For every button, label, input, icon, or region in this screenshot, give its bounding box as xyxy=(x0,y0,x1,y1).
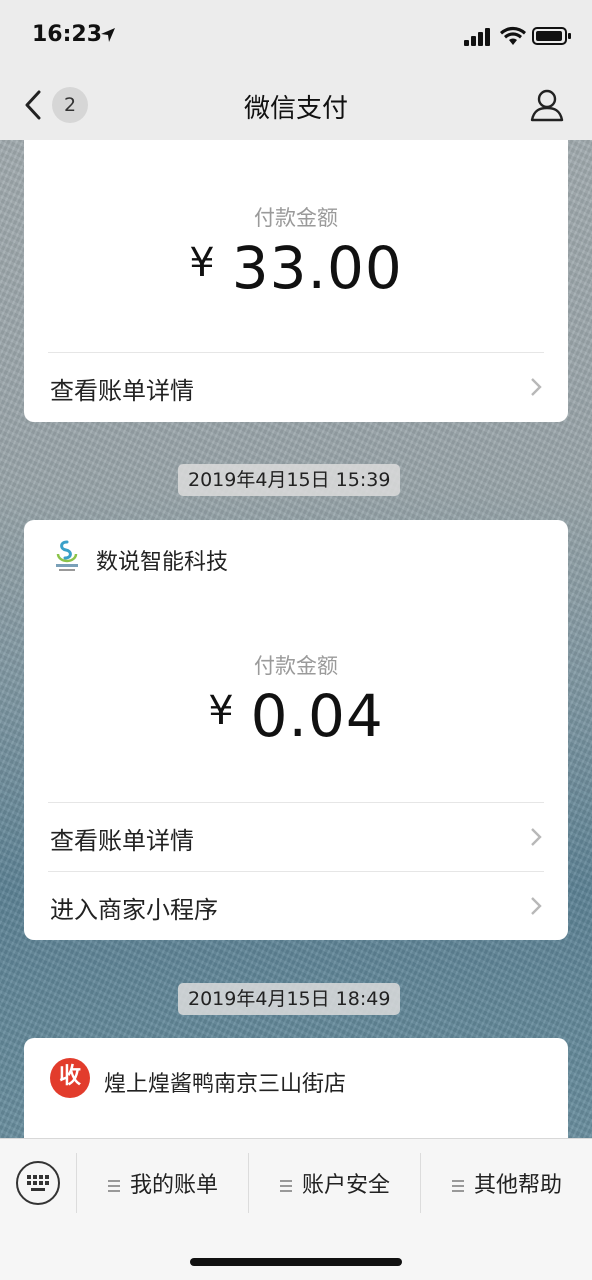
row-label: 查看账单详情 xyxy=(50,827,194,855)
amount-label: 付款金额 xyxy=(254,206,338,230)
row-label: 查看账单详情 xyxy=(50,377,194,405)
status-bar: 16:23 xyxy=(0,0,592,72)
user-profile-icon[interactable] xyxy=(530,88,564,122)
keyboard-icon[interactable] xyxy=(16,1161,60,1205)
divider xyxy=(248,1153,249,1213)
wifi-icon xyxy=(500,26,526,45)
payment-card: 数说智能科技 付款金额 ¥0.04 查看账单详情 进入商家小程序 xyxy=(24,520,568,940)
chevron-right-icon xyxy=(531,378,542,396)
currency-symbol: ¥ xyxy=(189,240,216,286)
menu-other-help[interactable]: 其他帮助 xyxy=(452,1167,562,1199)
row-label: 进入商家小程序 xyxy=(50,896,218,924)
keyboard-glyph-icon xyxy=(27,1175,49,1191)
menu-lines-icon xyxy=(452,1180,464,1192)
divider xyxy=(420,1153,421,1213)
open-merchant-mini-program-row[interactable]: 进入商家小程序 xyxy=(48,871,544,939)
payment-amount: ¥0.04 xyxy=(24,682,568,750)
merchant-name: 数说智能科技 xyxy=(96,550,229,575)
menu-lines-icon xyxy=(280,1180,292,1192)
menu-my-bills[interactable]: 我的账单 xyxy=(108,1167,218,1199)
chevron-right-icon xyxy=(531,828,542,846)
amount-value: 0.04 xyxy=(250,682,384,750)
currency-symbol: ¥ xyxy=(208,688,235,734)
message-timestamp: 2019年4月15日 18:49 xyxy=(178,983,401,1015)
payment-card: 收 煌上煌酱鸭南京三山街店 xyxy=(24,1038,568,1148)
merchant-logo: 收 xyxy=(50,1058,90,1098)
merchant-logo-icon xyxy=(56,540,78,571)
battery-icon xyxy=(532,27,571,45)
nav-bar: 2 微信支付 xyxy=(0,72,592,140)
payment-card: 付款金额 ¥33.00 查看账单详情 xyxy=(24,140,568,422)
home-indicator[interactable] xyxy=(190,1258,402,1266)
view-bill-details-row[interactable]: 查看账单详情 xyxy=(48,352,544,420)
location-arrow-icon xyxy=(101,28,115,42)
chevron-right-icon xyxy=(531,897,542,915)
view-bill-details-row[interactable]: 查看账单详情 xyxy=(48,802,544,870)
amount-label: 付款金额 xyxy=(254,654,338,678)
amount-value: 33.00 xyxy=(231,234,403,302)
menu-account-security[interactable]: 账户安全 xyxy=(280,1167,390,1199)
cellular-signal-icon xyxy=(464,28,490,46)
merchant-name: 煌上煌酱鸭南京三山街店 xyxy=(104,1072,347,1097)
status-time: 16:23 xyxy=(32,22,103,47)
menu-lines-icon xyxy=(108,1180,120,1192)
divider xyxy=(76,1153,77,1213)
page-title: 微信支付 xyxy=(243,94,348,124)
payment-amount: ¥33.00 xyxy=(24,234,568,302)
message-timestamp: 2019年4月15日 15:39 xyxy=(178,464,401,496)
